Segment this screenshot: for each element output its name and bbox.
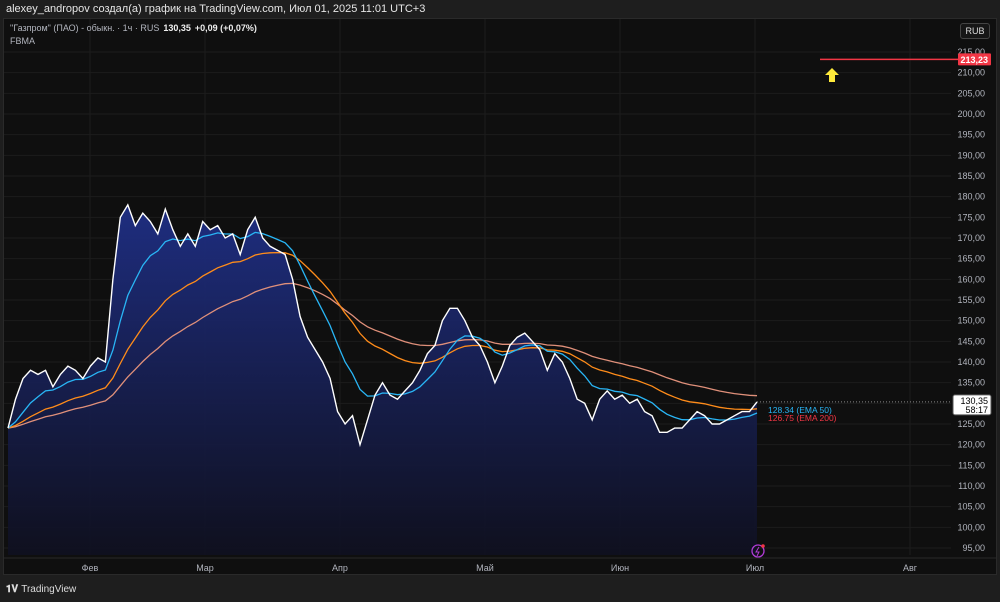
- y-tick-label: 135,00: [957, 378, 985, 388]
- y-tick-label: 95,00: [962, 543, 985, 553]
- legend-price: 130,35: [163, 23, 191, 33]
- y-tick-label: 155,00: [957, 295, 985, 305]
- chart-legend: "Газпром" (ПАО) - обыкн. · 1ч · RUS 130,3…: [10, 23, 257, 46]
- y-tick-label: 165,00: [957, 254, 985, 264]
- y-tick-label: 170,00: [957, 233, 985, 243]
- y-tick-label: 160,00: [957, 274, 985, 284]
- y-tick-label: 180,00: [957, 192, 985, 202]
- y-tick-label: 120,00: [957, 440, 985, 450]
- price-chart[interactable]: 128.34 (EMA 50)126.75 (EMA 200) 95,00100…: [0, 0, 1000, 602]
- tradingview-logo-icon: 𝟏𝐕: [6, 584, 19, 595]
- y-tick-label: 110,00: [958, 481, 985, 491]
- y-tick-label: 145,00: [957, 336, 985, 346]
- up-arrow-icon: [825, 68, 839, 82]
- x-tick-label: Апр: [332, 563, 348, 573]
- x-tick-label: Мар: [196, 563, 214, 573]
- alert-price-label: 213,23: [960, 55, 988, 65]
- price-area: [8, 204, 757, 555]
- x-tick-label: Май: [476, 563, 494, 573]
- y-tick-label: 210,00: [957, 68, 985, 78]
- x-tick-label: Фев: [82, 563, 99, 573]
- y-tick-label: 150,00: [957, 316, 985, 326]
- y-tick-label: 125,00: [957, 419, 985, 429]
- y-tick-label: 205,00: [957, 88, 985, 98]
- tradingview-brand[interactable]: 𝟏𝐕 TradingView: [6, 584, 76, 595]
- ema200-label: 126.75 (EMA 200): [768, 413, 837, 423]
- x-tick-label: Июл: [746, 563, 764, 573]
- y-tick-label: 195,00: [957, 130, 985, 140]
- notification-dot: [761, 544, 765, 548]
- y-tick-label: 115,00: [958, 460, 985, 470]
- y-tick-label: 185,00: [957, 171, 985, 181]
- y-tick-label: 140,00: [957, 357, 985, 367]
- y-tick-label: 100,00: [957, 522, 985, 532]
- symbol-name[interactable]: "Газпром" (ПАО) - обыкн. · 1ч · RUS: [10, 23, 159, 33]
- x-tick-label: Авг: [903, 563, 918, 573]
- y-tick-label: 200,00: [957, 109, 985, 119]
- last-price-label: 130,3558:17: [952, 394, 992, 416]
- indicator-name[interactable]: FBMA: [10, 36, 257, 46]
- y-tick-label: 105,00: [957, 502, 985, 512]
- bar-countdown: 58:17: [965, 405, 988, 415]
- y-tick-label: 175,00: [957, 212, 985, 222]
- x-tick-label: Июн: [611, 563, 629, 573]
- brand-name: TradingView: [21, 584, 77, 595]
- legend-change: +0,09 (+0,07%): [194, 23, 257, 33]
- y-tick-label: 190,00: [957, 150, 985, 160]
